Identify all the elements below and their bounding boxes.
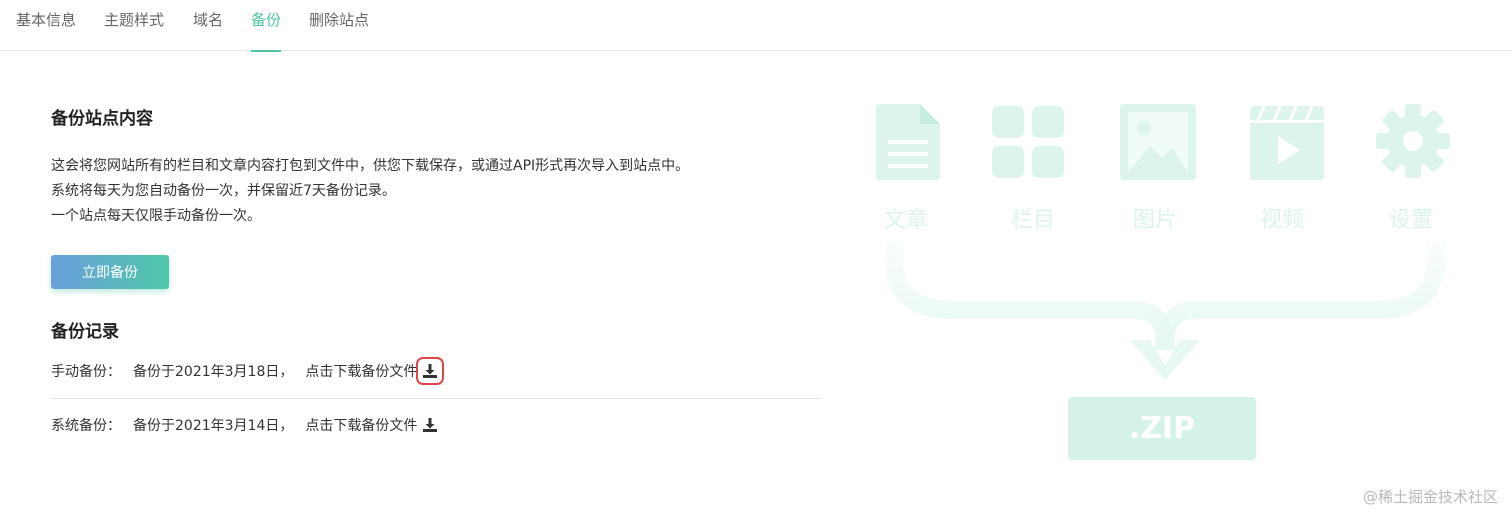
record-divider: [51, 398, 821, 399]
download-backup-link[interactable]: 点击下载备份文件: [305, 415, 417, 435]
merge-arrow-icon: [885, 240, 1445, 380]
document-icon: [876, 104, 940, 180]
backup-record-row: 手动备份： 备份于2021年3月18日， 点击下载备份文件: [51, 351, 821, 391]
backup-description-line-2: 系统将每天为您自动备份一次，并保留近7天备份记录。: [51, 183, 396, 199]
zip-archive-box: .ZIP: [1068, 397, 1256, 460]
illustration-label-settings: 设置: [1389, 208, 1434, 233]
record-date: 备份于2021年3月14日，: [133, 418, 294, 434]
download-icon[interactable]: [421, 416, 439, 434]
image-icon: [1120, 104, 1196, 180]
backup-description-line-3: 一个站点每天仅限手动备份一次。: [51, 208, 261, 224]
backup-now-button[interactable]: 立即备份: [51, 255, 169, 289]
tab-theme-style[interactable]: 主题样式: [104, 10, 164, 51]
record-type-label: 手动备份：: [51, 364, 121, 380]
grid-icon: [992, 106, 1064, 178]
illustration-label-videos: 视频: [1260, 208, 1305, 233]
tab-backup[interactable]: 备份: [251, 10, 282, 52]
illustration-label-columns: 栏目: [1011, 208, 1056, 233]
gear-icon: [1376, 104, 1450, 178]
backup-description-line-1: 这会将您网站所有的栏目和文章内容打包到文件中，供您下载保存，或通过API形式再次…: [51, 158, 690, 174]
download-backup-link[interactable]: 点击下载备份文件: [305, 361, 417, 381]
tab-basic-info[interactable]: 基本信息: [16, 10, 76, 51]
video-icon: [1250, 106, 1324, 180]
watermark: @稀土掘金技术社区: [1362, 488, 1498, 506]
settings-tabs: 基本信息 主题样式 域名 备份 删除站点: [0, 0, 1512, 52]
illustration-label-images: 图片: [1133, 208, 1178, 233]
backup-illustration: 文章 栏目 图片 视频 设置 .ZIP: [860, 90, 1480, 480]
record-type-label: 系统备份：: [51, 418, 121, 434]
download-icon[interactable]: [416, 357, 445, 385]
record-date: 备份于2021年3月18日，: [133, 364, 294, 380]
backup-records-title: 备份记录: [51, 322, 119, 342]
tab-delete-site[interactable]: 删除站点: [309, 10, 369, 51]
backup-section-title: 备份站点内容: [51, 109, 153, 129]
backup-record-row: 系统备份： 备份于2021年3月14日， 点击下载备份文件: [51, 405, 821, 445]
illustration-label-articles: 文章: [884, 208, 929, 233]
tab-domain[interactable]: 域名: [193, 10, 223, 51]
